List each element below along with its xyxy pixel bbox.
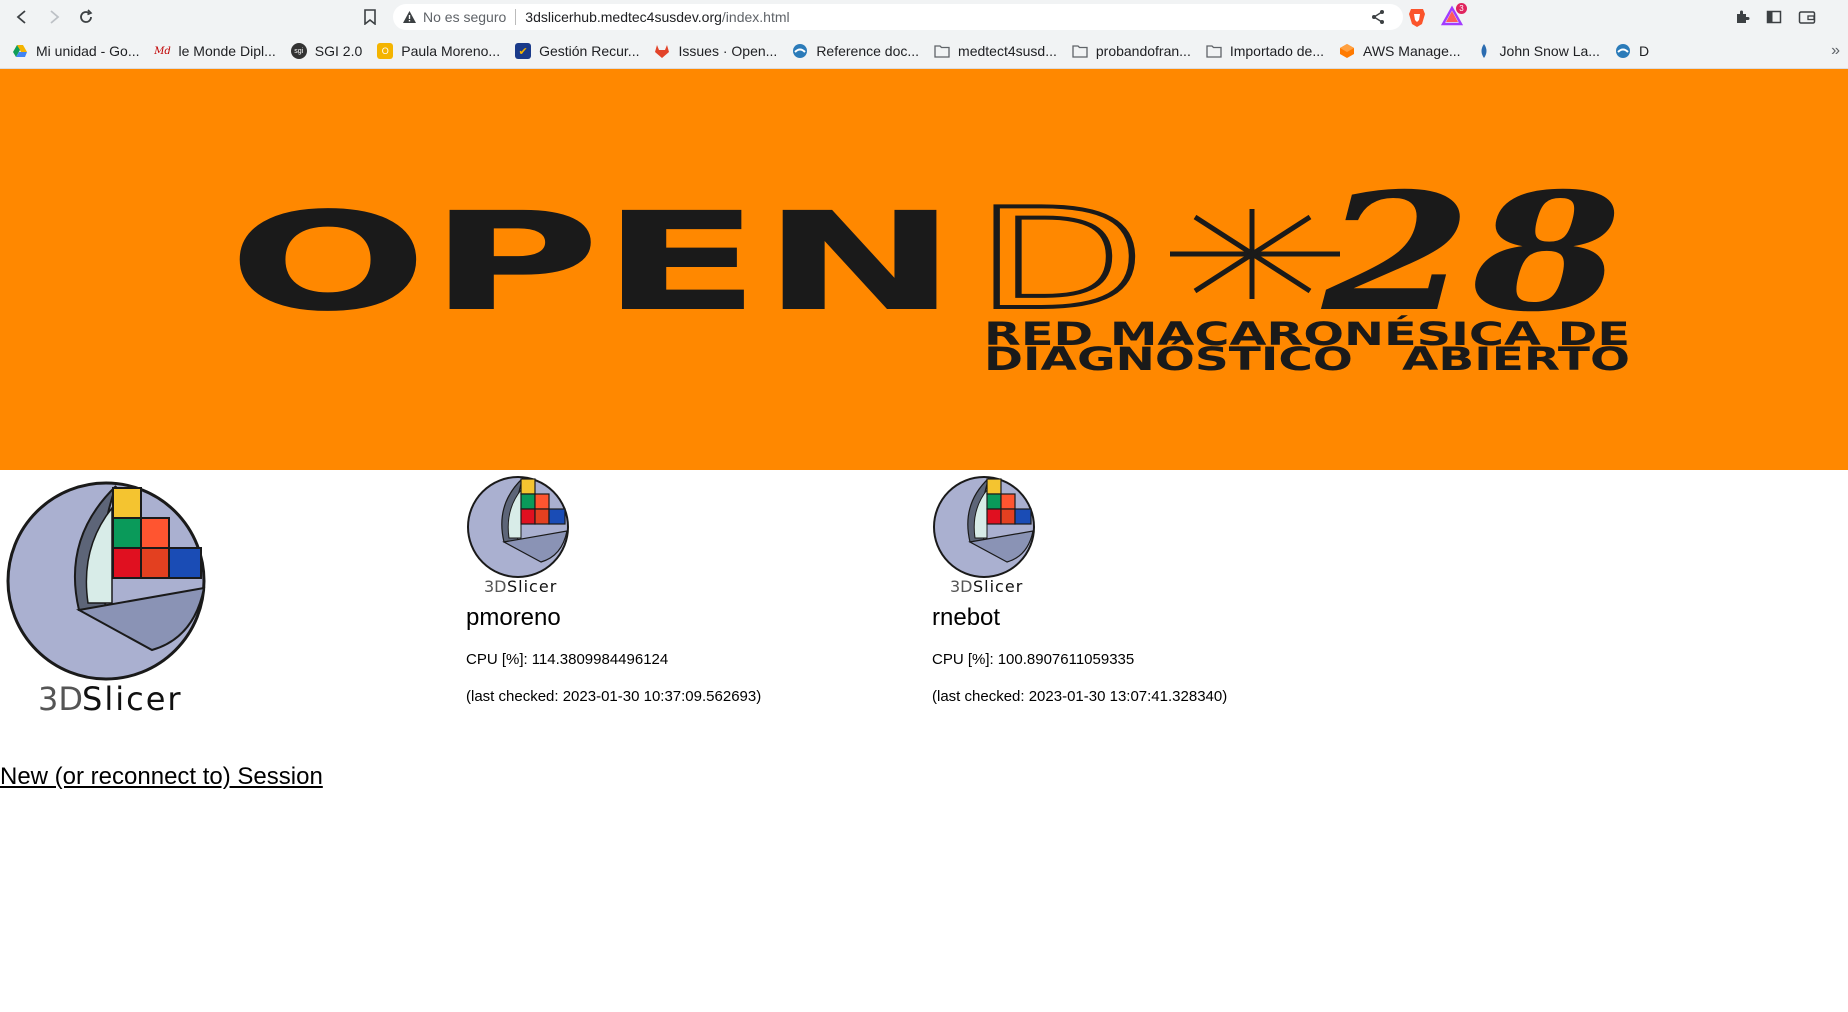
logo-3d-text: 3D [484, 577, 507, 596]
logo-slicer-text: Slicer [973, 577, 1023, 596]
docs-icon [1615, 43, 1631, 59]
docs-icon [792, 43, 808, 59]
url-host[interactable]: 3dslicerhub.medtec4susdev.org [525, 9, 722, 25]
logo-cube-green [112, 517, 142, 549]
jsl-icon [1476, 43, 1492, 59]
bookmark-label: Issues · Open... [678, 43, 778, 59]
bookmark-item[interactable]: O Paula Moreno... [377, 43, 500, 59]
brave-shield-icon[interactable] [1405, 5, 1429, 29]
aws-icon [1339, 43, 1355, 59]
bookmark-label: Reference doc... [816, 43, 920, 59]
logo-cube-red2 [140, 547, 170, 579]
logo-asterisk-icon [1170, 209, 1340, 299]
bookmark-item[interactable]: D [1615, 43, 1649, 59]
folder-icon [1072, 43, 1088, 59]
bookmark-label: le Monde Dipl... [178, 43, 276, 59]
bookmark-label: Importado de... [1229, 43, 1325, 59]
more-bookmarks-chevron-icon[interactable]: » [1831, 42, 1840, 60]
session-card: 3D Slicer rnebot CPU [%]: 100.8907611059… [932, 474, 1352, 705]
session-cpu: CPU [%]: 100.8907611059335 [932, 651, 1352, 668]
logo-open-text: OPEN [228, 184, 958, 342]
session-user: rnebot [932, 604, 1001, 631]
logo-3d-text: 3D [38, 680, 83, 718]
bookmark-label: Mi unidad - Go... [36, 43, 140, 59]
new-session-link[interactable]: New (or reconnect to) Session [0, 763, 323, 791]
gitlab-icon [654, 43, 670, 59]
opendx28-logo: OPEN D 28 RED MACARONÉSICA DE DIAGNÓSTIC… [228, 158, 1630, 378]
logo-3d-text: 3D [950, 577, 973, 596]
bookmark-item[interactable]: Md le Monde Dipl... [154, 43, 276, 59]
bookmark-item[interactable]: Mi unidad - Go... [12, 43, 140, 59]
bookmark-label: probandofran... [1095, 43, 1191, 59]
bookmark-label: John Snow La... [1499, 43, 1600, 59]
logo-slicer-text: Slicer [82, 680, 183, 718]
check-icon: ✔ [515, 43, 532, 59]
logo-cube-blue [168, 547, 202, 579]
bookmark-item[interactable]: Importado de... [1206, 43, 1324, 59]
address-bar[interactable]: No es seguro 3dslicerhub.medtec4susdev.o… [393, 4, 1403, 30]
bookmark-label: Gestión Recur... [539, 43, 640, 59]
md-icon: Md [154, 45, 171, 57]
address-separator [515, 9, 517, 25]
rewards-alert-icon[interactable]: 3 [1440, 3, 1467, 29]
bookmark-label: medtect4susd... [958, 43, 1057, 59]
bookmark-item[interactable]: medtect4susd... [934, 43, 1057, 59]
share-icon[interactable] [1363, 2, 1393, 32]
warning-icon[interactable] [401, 9, 417, 25]
back-arrow-icon[interactable] [7, 2, 37, 32]
session-last-checked: (last checked: 2023-01-30 10:37:09.56269… [466, 688, 762, 705]
browser-toolbar: No es seguro 3dslicerhub.medtec4susdev.o… [0, 0, 1848, 34]
bookmark-label: SGI 2.0 [314, 43, 363, 59]
forward-arrow-icon[interactable] [39, 2, 69, 32]
folder-icon [934, 43, 950, 59]
folder-icon [1206, 43, 1222, 59]
bookmark-item[interactable]: AWS Manage... [1339, 43, 1461, 59]
logo-cube-orange [140, 517, 170, 549]
extensions-puzzle-icon[interactable] [1727, 2, 1757, 32]
drive-icon [12, 43, 28, 59]
session-user: pmoreno [466, 604, 561, 631]
bookmark-label: D [1638, 43, 1650, 59]
bookmark-item[interactable]: Issues · Open... [654, 43, 777, 59]
sgi-icon: sgi [290, 43, 307, 59]
bookmark-icon[interactable] [355, 2, 385, 32]
banner-subtitle-line2: DIAGNÓSTICO ABIERTO [984, 339, 1630, 378]
session-last-checked: (last checked: 2023-01-30 13:07:41.32834… [932, 688, 1228, 705]
session-card: 3D Slicer pmoreno CPU [%]: 114.380998449… [466, 474, 886, 705]
bookmark-item[interactable]: John Snow La... [1476, 43, 1600, 59]
not-secure-label[interactable]: No es seguro [423, 9, 506, 25]
cpu-value: 100.8907611059335 [997, 651, 1135, 668]
bookmark-item[interactable]: ✔ Gestión Recur... [515, 43, 639, 59]
cpu-label: CPU [%]: [932, 651, 994, 668]
reload-icon[interactable] [71, 2, 101, 32]
alert-count-badge: 3 [1456, 3, 1467, 14]
sidebar-toggle-icon[interactable] [1759, 2, 1789, 32]
calendar-icon: O [377, 43, 394, 59]
slicer-logo-small[interactable]: 3D Slicer [932, 474, 1044, 598]
slicer-logo-small[interactable]: 3D Slicer [466, 474, 578, 598]
url-path[interactable]: /index.html [722, 9, 790, 25]
wallet-icon[interactable] [1792, 2, 1822, 32]
bookmarks-bar: Mi unidad - Go... Md le Monde Dipl... sgi… [0, 34, 1848, 69]
slicer-logo-large: 3D Slicer [4, 478, 214, 718]
bookmark-label: Paula Moreno... [401, 43, 501, 59]
bookmark-item[interactable]: Reference doc... [792, 43, 919, 59]
cpu-value: 114.3809984496124 [531, 651, 669, 668]
cpu-label: CPU [%]: [466, 651, 528, 668]
logo-slicer-text: Slicer [507, 577, 557, 596]
bookmark-item[interactable]: sgi SGI 2.0 [290, 43, 363, 59]
logo-cube-red [112, 547, 142, 579]
bookmark-label: AWS Manage... [1363, 43, 1461, 59]
bookmark-item[interactable]: probandofran... [1072, 43, 1191, 59]
session-cpu: CPU [%]: 114.3809984496124 [466, 651, 886, 668]
logo-cube-yellow [112, 487, 142, 519]
opendx28-banner: OPEN D 28 RED MACARONÉSICA DE DIAGNÓSTIC… [0, 69, 1848, 470]
